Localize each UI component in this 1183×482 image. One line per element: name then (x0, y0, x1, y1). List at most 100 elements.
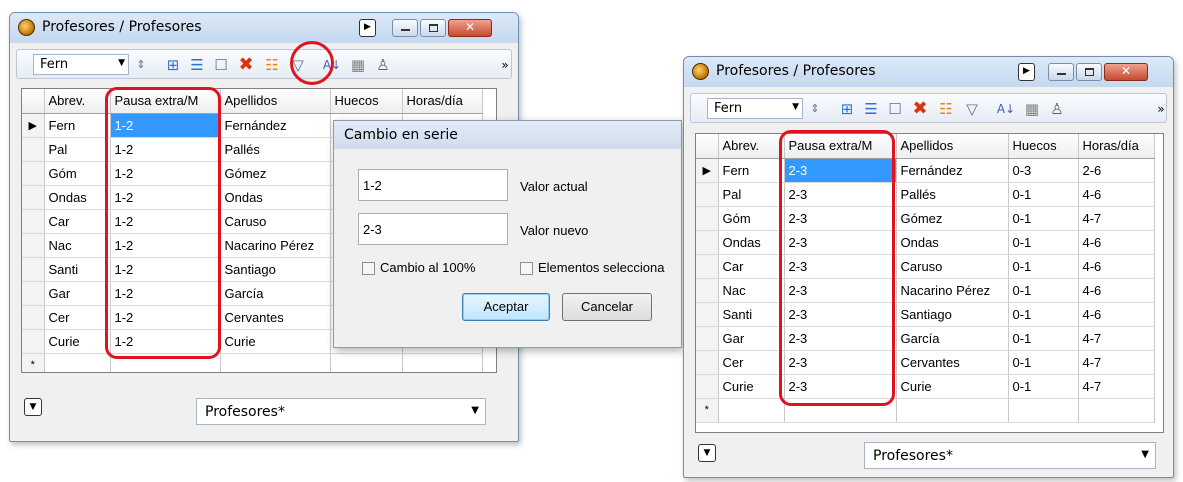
cell-huecos[interactable]: 0-1 (1008, 350, 1079, 375)
cell-apellidos[interactable]: Nacarino Pérez (896, 278, 1009, 303)
table-row[interactable]: Car 2-3 Caruso 0-1 4-6 (696, 254, 1155, 279)
new-record-icon[interactable]: ☐ (885, 99, 905, 119)
cell-horas[interactable]: 4-7 (1078, 326, 1155, 351)
col-horas[interactable]: Horas/día (1078, 134, 1155, 159)
cell-abrev[interactable]: Ondas (718, 230, 785, 255)
new-row-cell[interactable] (896, 398, 1009, 423)
minimize-button[interactable] (1048, 63, 1074, 81)
cell-apellidos[interactable]: Santiago (896, 302, 1009, 327)
record-combo[interactable]: Fern ▼ (707, 98, 803, 119)
people-icon[interactable]: ♙ (373, 55, 393, 75)
col-apellidos[interactable]: Apellidos (896, 134, 1009, 159)
col-abrev[interactable]: Abrev. (44, 89, 111, 114)
cell-huecos[interactable]: 0-1 (1008, 206, 1079, 231)
table-row[interactable]: ▶ Fern 2-3 Fernández 0-3 2-6 (696, 158, 1155, 183)
col-huecos[interactable]: Huecos (1008, 134, 1079, 159)
col-abrev[interactable]: Abrev. (718, 134, 785, 159)
cell-abrev[interactable]: Nac (718, 278, 785, 303)
cell-horas[interactable]: 4-6 (1078, 302, 1155, 327)
cell-abrev[interactable]: Curie (718, 374, 785, 399)
maximize-button[interactable] (420, 19, 446, 37)
cancel-button[interactable]: Cancelar (562, 293, 652, 321)
cell-abrev[interactable]: Fern (44, 113, 111, 138)
cell-abrev[interactable]: Gar (718, 326, 785, 351)
cell-apellidos[interactable]: Gómez (220, 161, 331, 186)
check-100-checkbox[interactable] (362, 262, 375, 275)
cell-huecos[interactable]: 0-1 (1008, 302, 1079, 327)
cell-abrev[interactable]: Santi (718, 302, 785, 327)
cell-abrev[interactable]: Pal (44, 137, 111, 162)
cell-apellidos[interactable]: Ondas (220, 185, 331, 210)
new-row-marker[interactable]: * (22, 353, 45, 372)
cell-apellidos[interactable]: Cervantes (896, 350, 1009, 375)
cell-apellidos[interactable]: Curie (220, 329, 331, 354)
spin-icon[interactable]: ⇕ (805, 99, 825, 119)
cell-horas[interactable]: 4-6 (1078, 278, 1155, 303)
series-change-icon[interactable]: ☷ (262, 55, 282, 75)
new-row-cell[interactable] (1008, 398, 1079, 423)
cell-horas[interactable]: 4-6 (1078, 182, 1155, 207)
record-combo[interactable]: Fern ▼ (33, 54, 129, 75)
new-row-cell[interactable] (44, 353, 111, 372)
row-header[interactable] (22, 185, 45, 210)
list-icon[interactable]: ☰ (187, 55, 207, 75)
minimize-button[interactable] (392, 19, 418, 37)
new-row-cell[interactable] (718, 398, 785, 423)
row-header[interactable] (696, 326, 719, 351)
more-icon[interactable]: » (1151, 99, 1171, 119)
table-row[interactable]: Curie 2-3 Curie 0-1 4-7 (696, 374, 1155, 399)
col-huecos[interactable]: Huecos (330, 89, 403, 114)
row-header[interactable] (696, 182, 719, 207)
col-horas[interactable]: Horas/día (402, 89, 483, 114)
series-change-icon[interactable]: ☷ (936, 99, 956, 119)
cell-horas[interactable]: 4-6 (1078, 230, 1155, 255)
people-icon[interactable]: ♙ (1047, 99, 1067, 119)
new-row-marker[interactable]: * (696, 398, 719, 423)
move-icon[interactable]: ⊞ (837, 99, 857, 119)
cell-abrev[interactable]: Ondas (44, 185, 111, 210)
new-value-input[interactable]: 2-3 (358, 213, 508, 245)
cell-horas[interactable]: 4-7 (1078, 374, 1155, 399)
row-header[interactable] (22, 233, 45, 258)
maximize-button[interactable] (1076, 63, 1102, 81)
bottom-view-dropdown[interactable]: Profesores* ▼ (196, 398, 486, 425)
table-row[interactable]: Gar 2-3 García 0-1 4-7 (696, 326, 1155, 351)
cell-abrev[interactable]: Fern (718, 158, 785, 183)
delete-icon[interactable]: ✖ (910, 99, 930, 119)
cell-huecos[interactable]: 0-1 (1008, 182, 1079, 207)
cell-huecos[interactable]: 0-1 (1008, 326, 1079, 351)
cell-abrev[interactable]: Cer (718, 350, 785, 375)
sort-icon[interactable]: A↓ (996, 99, 1016, 119)
new-record-icon[interactable]: ☐ (211, 55, 231, 75)
row-header[interactable] (22, 281, 45, 306)
cell-apellidos[interactable]: Santiago (220, 257, 331, 282)
bottom-view-dropdown[interactable]: Profesores* ▼ (864, 442, 1156, 469)
table-row[interactable]: Ondas 2-3 Ondas 0-1 4-6 (696, 230, 1155, 255)
cell-apellidos[interactable]: Pallés (896, 182, 1009, 207)
nav-arrow-button[interactable]: ▶ (1018, 63, 1035, 81)
row-header[interactable]: ▶ (696, 158, 719, 183)
cell-abrev[interactable]: Góm (44, 161, 111, 186)
cell-abrev[interactable]: Car (44, 209, 111, 234)
cell-horas[interactable]: 4-6 (1078, 254, 1155, 279)
cell-apellidos[interactable]: Nacarino Pérez (220, 233, 331, 258)
row-header[interactable] (22, 209, 45, 234)
row-header[interactable] (22, 161, 45, 186)
new-row-cell[interactable] (330, 353, 403, 372)
cell-horas[interactable]: 4-7 (1078, 350, 1155, 375)
row-header[interactable] (22, 137, 45, 162)
row-header[interactable] (22, 257, 45, 282)
row-header[interactable] (696, 278, 719, 303)
cell-huecos[interactable]: 0-1 (1008, 254, 1079, 279)
cell-apellidos[interactable]: García (220, 281, 331, 306)
cell-abrev[interactable]: Santi (44, 257, 111, 282)
bottom-nav-button[interactable]: ▼ (698, 444, 716, 462)
cell-huecos[interactable]: 0-3 (1008, 158, 1079, 183)
cell-abrev[interactable]: Curie (44, 329, 111, 354)
cell-huecos[interactable]: 0-1 (1008, 374, 1079, 399)
cell-abrev[interactable]: Nac (44, 233, 111, 258)
close-button[interactable]: ✕ (1104, 63, 1148, 81)
cell-apellidos[interactable]: García (896, 326, 1009, 351)
row-header[interactable] (22, 329, 45, 354)
cell-horas[interactable]: 2-6 (1078, 158, 1155, 183)
